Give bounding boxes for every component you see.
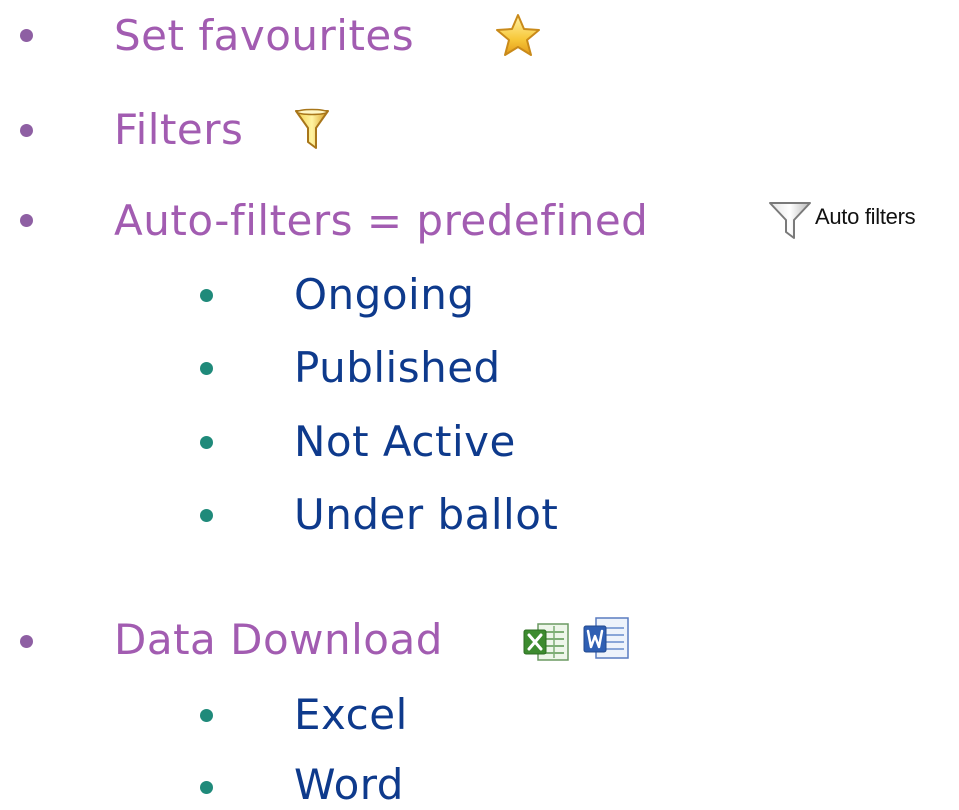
- bullet: [200, 436, 213, 449]
- filters-label: Filters: [114, 105, 244, 154]
- word-icon[interactable]: [582, 614, 632, 664]
- star-icon[interactable]: [494, 13, 542, 59]
- bullet: [20, 635, 33, 648]
- bullet: [20, 29, 33, 42]
- bullet: [200, 709, 213, 722]
- auto-filter-item[interactable]: Published: [294, 343, 501, 393]
- bullet: [200, 289, 213, 302]
- auto-filter-item[interactable]: Ongoing: [294, 270, 474, 320]
- auto-filter-item[interactable]: Under ballot: [294, 490, 558, 540]
- auto-filters-label: Auto-filters = predefined: [114, 196, 649, 245]
- download-item-excel[interactable]: Excel: [294, 690, 408, 740]
- auto-filter-item[interactable]: Not Active: [294, 417, 516, 467]
- bullet: [200, 362, 213, 375]
- funnel-outline-icon: [769, 202, 811, 239]
- bullet: [20, 124, 33, 137]
- bullet: [200, 509, 213, 522]
- bullet: [20, 214, 33, 227]
- bullet: [200, 781, 213, 794]
- download-item-word[interactable]: Word: [294, 760, 404, 810]
- funnel-icon[interactable]: [294, 108, 330, 152]
- excel-icon[interactable]: [522, 618, 572, 664]
- set-favourites-label: Set favourites: [114, 11, 415, 60]
- data-download-label: Data Download: [114, 615, 443, 664]
- auto-filters-button-label: Auto filters: [815, 204, 916, 229]
